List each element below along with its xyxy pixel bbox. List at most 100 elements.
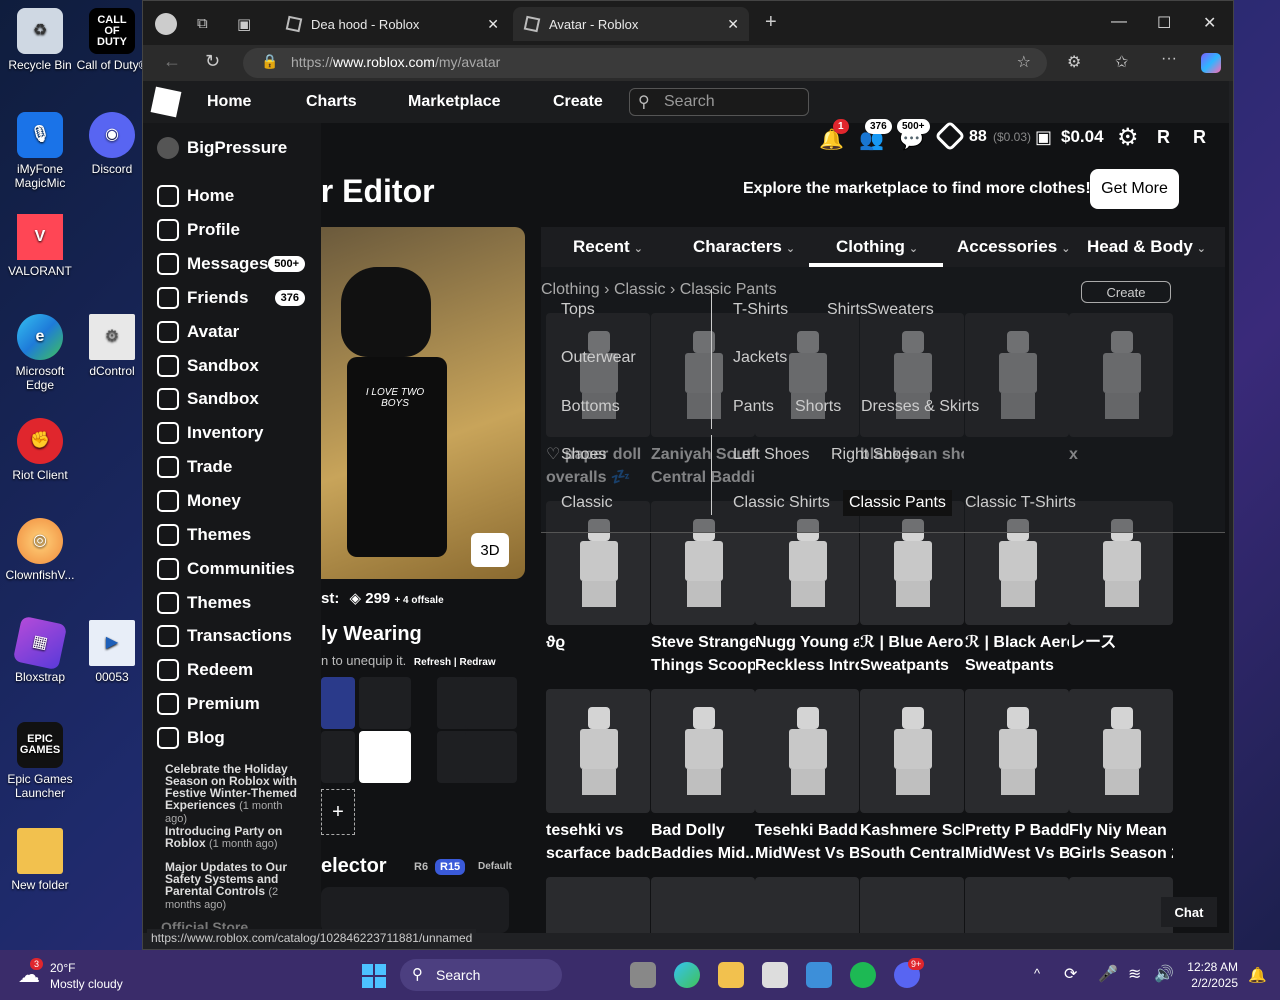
- option-t-shirts[interactable]: T-Shirts: [733, 301, 788, 319]
- catalog-item[interactable]: Bad Dolly Baddies Mid...: [651, 689, 755, 865]
- option-pants[interactable]: Pants: [733, 398, 774, 416]
- desktop-icon-new-folder[interactable]: New folder: [0, 828, 80, 892]
- dcontrol-icon[interactable]: [762, 962, 788, 988]
- option-right-shoes[interactable]: Right Shoes: [831, 446, 918, 464]
- tab-dea-hood[interactable]: Dea hood - Roblox ✕: [275, 7, 509, 41]
- option-r15[interactable]: R15: [435, 859, 466, 875]
- tab-accessories[interactable]: Accessories ⌄: [957, 237, 1070, 257]
- more-icon[interactable]: ···: [1161, 50, 1177, 68]
- extension-r2-icon[interactable]: R: [1193, 127, 1206, 148]
- tab-characters[interactable]: Characters ⌄: [693, 237, 795, 257]
- option-dresses-skirts[interactable]: Dresses & Skirts: [861, 398, 979, 416]
- extension-r-icon[interactable]: R: [1157, 127, 1170, 148]
- item-thumbnail[interactable]: [965, 877, 1069, 933]
- option-sweaters[interactable]: Sweaters: [867, 301, 934, 319]
- desktop-icon-magicmic[interactable]: 🎙 iMyFone MagicMic: [0, 112, 80, 190]
- workspaces-icon[interactable]: ⧉: [197, 15, 208, 32]
- option-classic-t-shirts[interactable]: Classic T-Shirts: [965, 494, 1076, 512]
- chat-button[interactable]: Chat: [1161, 897, 1217, 927]
- spotify-icon[interactable]: [850, 962, 876, 988]
- sidebar-item-messages[interactable]: Messages 500+: [157, 253, 317, 275]
- toggle-3d-button[interactable]: 3D: [471, 533, 509, 567]
- catalog-item[interactable]: Fly Niy Mean Girls Season 2: [1069, 689, 1173, 865]
- worn-item[interactable]: [359, 677, 411, 729]
- sidebar-item-premium[interactable]: Premium: [157, 693, 317, 715]
- back-icon[interactable]: ←: [163, 51, 181, 72]
- nav-charts[interactable]: Charts: [306, 93, 357, 111]
- sidebar-item-redeem[interactable]: Redeem: [157, 659, 317, 681]
- worn-item[interactable]: [321, 677, 355, 729]
- sidebar-item-transactions[interactable]: Transactions: [157, 625, 317, 647]
- sidebar-item-communities[interactable]: Communities: [157, 558, 317, 580]
- edge-icon[interactable]: [674, 962, 700, 988]
- blog-post-0[interactable]: Celebrate the Holiday Season on Roblox w…: [165, 763, 305, 825]
- task-view-icon[interactable]: [630, 962, 656, 988]
- maximize-icon[interactable]: ☐: [1157, 13, 1171, 33]
- clock[interactable]: 12:28 AM 2/2/2025: [1180, 959, 1238, 991]
- nav-create[interactable]: Create: [553, 93, 603, 111]
- sidebar-item-trade[interactable]: Trade: [157, 456, 317, 478]
- item-thumbnail[interactable]: [860, 877, 964, 933]
- robux-icon[interactable]: [934, 120, 966, 152]
- sidebar-item-themes[interactable]: Themes: [157, 524, 317, 546]
- sidebar-item-money[interactable]: Money: [157, 490, 317, 512]
- sidebar-item-blog[interactable]: Blog: [157, 727, 317, 749]
- desktop-icon-call-of-duty[interactable]: CALL OF DUTY Call of Duty®: [72, 8, 152, 72]
- desktop-icon-bloxstrap[interactable]: ▦ Bloxstrap: [0, 615, 80, 684]
- desktop-icon-riot[interactable]: ✊ Riot Client: [0, 418, 80, 482]
- desktop-icon-dcontrol[interactable]: ⚙ dControl: [72, 314, 152, 378]
- refresh-redraw-link[interactable]: Refresh | Redraw: [414, 657, 496, 668]
- worn-item[interactable]: [321, 731, 355, 783]
- option-r6[interactable]: R6: [414, 861, 428, 873]
- nav-home[interactable]: Home: [207, 93, 251, 111]
- sidebar-item-home[interactable]: Home: [157, 185, 317, 207]
- refresh-icon[interactable]: ↻: [205, 51, 220, 72]
- sidebar-item-themes[interactable]: Themes: [157, 592, 317, 614]
- new-tab-icon[interactable]: +: [765, 11, 777, 34]
- option-shorts[interactable]: Shorts: [795, 398, 841, 416]
- tab-avatar[interactable]: Avatar - Roblox ✕: [513, 7, 749, 41]
- body-scale-slider[interactable]: [321, 887, 509, 933]
- wifi-icon[interactable]: ≋: [1128, 964, 1141, 984]
- option-shirts[interactable]: Shirts: [827, 301, 868, 319]
- add-outfit-button[interactable]: +: [321, 789, 355, 835]
- favorites-icon[interactable]: ✩: [1115, 52, 1128, 72]
- tab-head-body[interactable]: Head & Body ⌄: [1087, 237, 1206, 257]
- item-thumbnail[interactable]: [755, 877, 859, 933]
- tab-actions-icon[interactable]: ▣: [237, 15, 251, 33]
- notification-bell-icon[interactable]: 🔔: [1248, 966, 1267, 984]
- desktop-icon-edge[interactable]: e Microsoft Edge: [0, 314, 80, 392]
- volume-icon[interactable]: 🔊: [1154, 964, 1174, 984]
- worn-item[interactable]: [359, 731, 411, 783]
- desktop-icon-video[interactable]: ▶ 00053: [72, 620, 152, 684]
- item-thumbnail[interactable]: [546, 877, 650, 933]
- wallet-icon[interactable]: ▣: [1035, 127, 1052, 148]
- tab-recent[interactable]: Recent ⌄: [573, 237, 643, 257]
- sync-icon[interactable]: ⟳: [1064, 964, 1077, 984]
- task-manager-icon[interactable]: [806, 962, 832, 988]
- catalog-item[interactable]: tesehki vs scarface badd...: [546, 689, 650, 865]
- window-close-icon[interactable]: ✕: [1203, 13, 1216, 33]
- catalog-item[interactable]: Pretty P Baddies MidWest Vs Ba...: [965, 689, 1069, 865]
- option-classic-shirts[interactable]: Classic Shirts: [733, 494, 830, 512]
- desktop-icon-discord[interactable]: ◉ Discord: [72, 112, 152, 176]
- start-windows-icon[interactable]: [362, 964, 386, 988]
- create-button[interactable]: Create: [1081, 281, 1171, 303]
- sidebar-item-inventory[interactable]: Inventory: [157, 422, 317, 444]
- item-thumbnail[interactable]: [651, 877, 755, 933]
- taskbar-search[interactable]: ⚲ Search: [400, 959, 562, 991]
- url-field[interactable]: 🔒 https://www.roblox.com/my/avatar ☆: [243, 48, 1047, 78]
- sidebar-item-avatar[interactable]: Avatar: [157, 321, 317, 343]
- sidebar-item-friends[interactable]: Friends 376: [157, 287, 317, 309]
- sidebar-item-sandbox[interactable]: Sandbox: [157, 388, 317, 410]
- sidebar-item-profile[interactable]: Profile: [157, 219, 317, 241]
- option-jackets[interactable]: Jackets: [733, 349, 787, 367]
- catalog-item[interactable]: Kashmere Scb South Central...: [860, 689, 964, 865]
- desktop-icon-epic[interactable]: EPIC GAMES Epic Games Launcher: [0, 722, 80, 800]
- microphone-icon[interactable]: 🎤: [1098, 964, 1118, 984]
- nav-marketplace[interactable]: Marketplace: [408, 93, 501, 111]
- desktop-icon-clownfish[interactable]: ◎ ClownfishV...: [0, 518, 80, 582]
- option-left-shoes[interactable]: Left Shoes: [733, 446, 810, 464]
- chevron-up-icon[interactable]: ^: [1034, 966, 1040, 981]
- copilot-icon[interactable]: [1201, 53, 1221, 73]
